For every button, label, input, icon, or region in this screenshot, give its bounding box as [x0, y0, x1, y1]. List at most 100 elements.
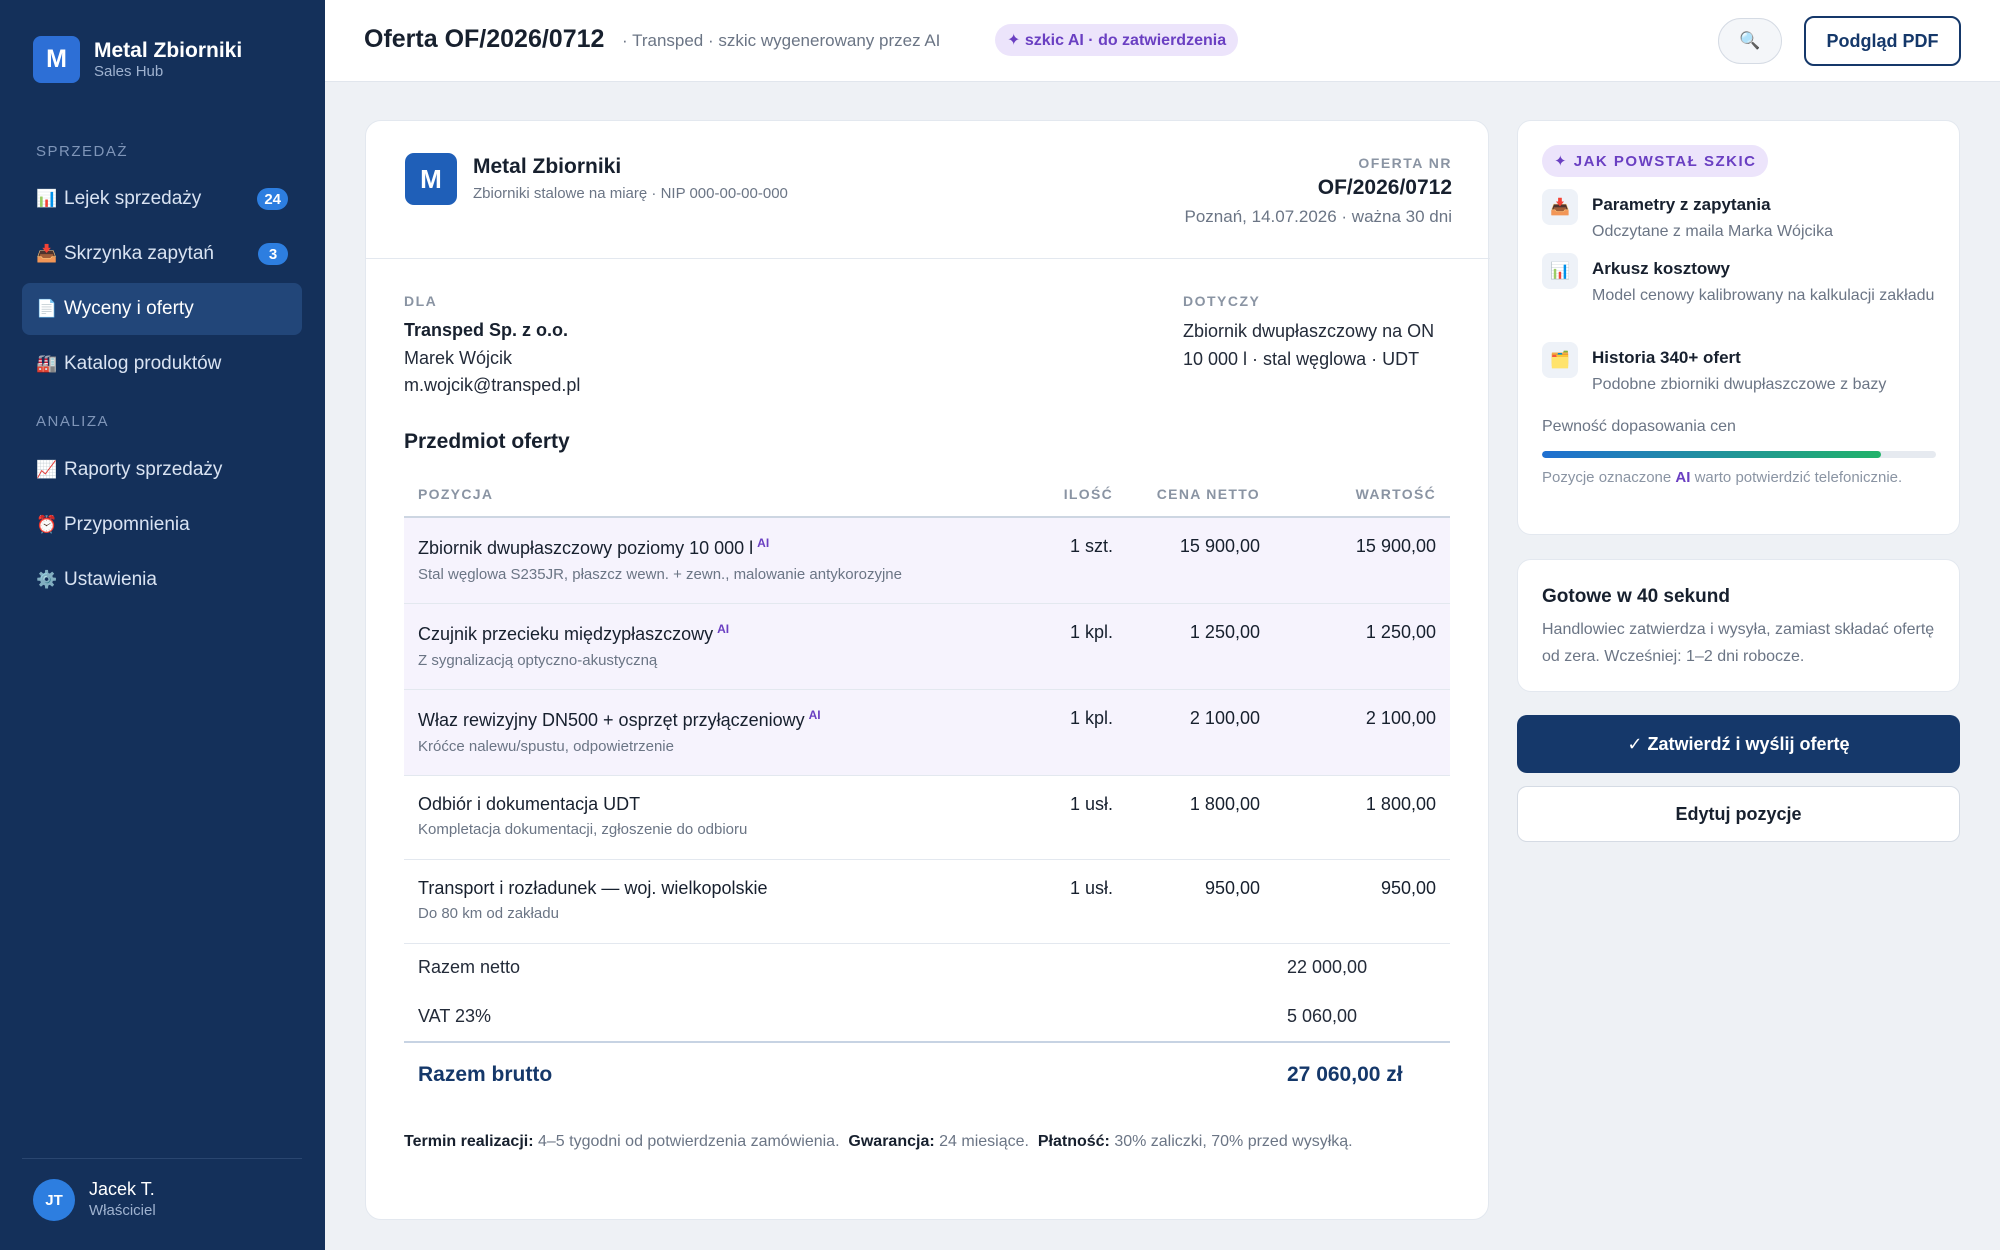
offer-date: Poznań, 14.07.2026 · ważna 30 dni	[1184, 207, 1452, 226]
ai-status-badge: ✦ szkic AI · do zatwierdzenia	[995, 24, 1239, 56]
nav-section-analysis: ANALIZA	[36, 413, 110, 430]
table-row[interactable]: Właz rewizyjny DN500 + osprzęt przyłącze…	[404, 690, 1450, 776]
ready-card: Gotowe w 40 sekund Handlowiec zatwierdza…	[1517, 559, 1960, 692]
recipient-email[interactable]: m.wojcik@transped.pl	[404, 375, 580, 396]
search-icon: 🔍	[1739, 31, 1761, 50]
total-divider	[404, 1041, 1450, 1043]
recipient-person: Marek Wójcik	[404, 348, 513, 368]
net-total-value: 22 000,00	[1287, 957, 1368, 977]
brand-logo: M	[33, 36, 80, 83]
user-profile[interactable]: JT Jacek T. Właściciel	[33, 1178, 156, 1222]
offer-number: OF/2026/0712	[1317, 176, 1452, 199]
section-title: Przedmiot oferty	[404, 430, 570, 453]
row-quantity: 1 szt.	[1069, 536, 1113, 556]
subject-line: 10 000 l · stal węglowa · UDT	[1183, 349, 1420, 369]
step-title: Parametry z zapytania	[1592, 195, 1771, 214]
sidebar-item-inbox[interactable]: 📥 Skrzynka zapytań 3	[22, 228, 302, 280]
sidebar-item-label: Raporty sprzedaży	[64, 459, 223, 480]
factory-icon: 🏭	[36, 354, 58, 373]
table-row[interactable]: Czujnik przecieku międzypłaszczowy AI Z s…	[404, 604, 1450, 690]
sidebar-item-sales-funnel[interactable]: 📊 Lejek sprzedaży 24	[22, 173, 302, 225]
term-label: Termin realizacji:	[404, 1133, 534, 1150]
alarm-clock-icon: ⏰	[36, 515, 58, 534]
edit-items-button[interactable]: Edytuj pozycje	[1517, 786, 1960, 842]
sidebar-item-reports[interactable]: 📈 Raporty sprzedaży	[22, 444, 302, 496]
payment-value: 30% zaliczki, 70% przed wysyłką.	[1114, 1133, 1353, 1150]
ai-tag: AI	[717, 622, 730, 636]
ai-tag: AI	[757, 536, 770, 550]
row-title: Zbiornik dwupłaszczowy poziomy 10 000 l	[418, 538, 754, 558]
table-row[interactable]: Transport i rozładunek — woj. wielkopols…	[404, 860, 1450, 944]
column-header-item: POZYCJA	[418, 486, 494, 502]
column-header-qty: ILOŚĆ	[1063, 486, 1113, 502]
subject-line: Zbiornik dwupłaszczowy na ON	[1183, 321, 1435, 341]
confidence-bar	[1542, 451, 1936, 458]
brand-subtitle: Sales Hub	[94, 63, 164, 80]
approve-send-button[interactable]: ✓ Zatwierdź i wyślij ofertę	[1517, 715, 1960, 773]
vat-value: 5 060,00	[1287, 1006, 1358, 1026]
card-index-icon: 🗂️	[1542, 342, 1578, 378]
user-role: Właściciel	[89, 1202, 156, 1219]
sidebar-item-quotes[interactable]: 📄 Wyceny i oferty	[22, 283, 302, 335]
row-title: Właz rewizyjny DN500 + osprzęt przyłącze…	[418, 710, 805, 730]
avatar: JT	[33, 1179, 75, 1221]
user-name: Jacek T.	[89, 1179, 155, 1199]
sidebar-item-reminders[interactable]: ⏰ Przypomnienia	[22, 499, 302, 551]
sidebar-item-label: Lejek sprzedaży	[64, 188, 202, 209]
row-title: Transport i rozładunek — woj. wielkopols…	[418, 878, 768, 898]
row-description: Z sygnalizacją optyczno-akustyczną	[418, 652, 658, 669]
row-value: 950,00	[1380, 878, 1436, 898]
note-text: warto potwierdzić telefonicznie.	[1694, 469, 1903, 486]
company-name: Metal Zbiorniki	[473, 155, 622, 178]
page-title: Oferta OF/2026/0712	[364, 25, 605, 53]
sidebar-item-label: Przypomnienia	[64, 514, 190, 535]
row-value: 1 800,00	[1365, 794, 1436, 814]
draft-origin-card: ✦ JAK POWSTAŁ SZKIC 📥 Parametry z zapyta…	[1517, 120, 1960, 535]
gross-total-label: Razem brutto	[418, 1063, 553, 1086]
table-row[interactable]: Odbiór i dokumentacja UDT Kompletacja do…	[404, 776, 1450, 860]
sidebar-item-catalog[interactable]: 🏭 Katalog produktów	[22, 338, 302, 390]
sidebar-divider	[22, 1158, 302, 1159]
search-button[interactable]: 🔍	[1718, 18, 1782, 64]
bar-chart-icon: 📊	[36, 189, 58, 208]
row-description: Do 80 km od zakładu	[418, 905, 559, 922]
row-description: Króćce nalewu/spustu, odpowietrzenie	[418, 738, 674, 755]
offer-number-label: OFERTA NR	[1358, 155, 1452, 171]
confidence-bar-fill	[1542, 451, 1881, 458]
row-quantity: 1 usł.	[1069, 878, 1113, 898]
table-row[interactable]: Zbiornik dwupłaszczowy poziomy 10 000 lA…	[404, 518, 1450, 604]
row-description: Kompletacja dokumentacji, zgłoszenie do …	[418, 821, 748, 838]
row-price: 15 900,00	[1179, 536, 1260, 556]
row-price: 1 800,00	[1189, 794, 1260, 814]
row-quantity: 1 kpl.	[1069, 622, 1113, 642]
column-header-price: CENA NETTO	[1156, 486, 1260, 502]
step-description: Podobne zbiorniki dwupłaszczowe z bazy	[1592, 376, 1887, 393]
ready-title: Gotowe w 40 sekund	[1542, 586, 1730, 607]
step-title: Historia 340+ ofert	[1592, 348, 1741, 367]
sidebar-item-label: Skrzynka zapytań	[64, 243, 214, 264]
payment-label: Płatność:	[1037, 1133, 1110, 1150]
company-logo: M	[405, 153, 457, 205]
company-details: Zbiorniki stalowe na miarę · NIP 000-00-…	[473, 185, 788, 202]
row-description: Stal węglowa S235JR, płaszcz wewn. + zew…	[418, 566, 902, 583]
document-icon: 📄	[36, 299, 58, 318]
row-title: Odbiór i dokumentacja UDT	[418, 794, 641, 814]
pdf-preview-button[interactable]: Podgląd PDF	[1804, 16, 1961, 66]
inbox-tray-icon: 📥	[36, 244, 58, 263]
recipient-label: DLA	[404, 293, 438, 309]
subject-label: DOTYCZY	[1183, 293, 1261, 309]
sidebar-item-settings[interactable]: ⚙️ Ustawienia	[22, 554, 302, 606]
sidebar: M Metal Zbiorniki Sales Hub SPRZEDAŻ 📊 L…	[0, 0, 325, 1250]
recipient-company: Transped Sp. z o.o.	[404, 320, 569, 340]
brand[interactable]: M Metal Zbiorniki Sales Hub	[33, 36, 242, 83]
sidebar-item-label: Katalog produktów	[64, 353, 222, 374]
note-ai-tag: AI	[1675, 469, 1691, 486]
row-title: Czujnik przecieku międzypłaszczowy	[418, 624, 714, 644]
row-value: 15 900,00	[1355, 536, 1436, 556]
term-value: 4–5 tygodni od potwierdzenia zamówienia.	[537, 1133, 840, 1150]
top-bar: Oferta OF/2026/0712 · Transped · szkic w…	[325, 0, 2000, 82]
confidence-label: Pewność dopasowania cen	[1542, 418, 1736, 435]
confidence-note: Pozycje oznaczone AI warto potwierdzić t…	[1542, 467, 1936, 489]
column-header-value: WARTOŚĆ	[1355, 486, 1436, 502]
trend-chart-icon: 📈	[36, 460, 58, 479]
